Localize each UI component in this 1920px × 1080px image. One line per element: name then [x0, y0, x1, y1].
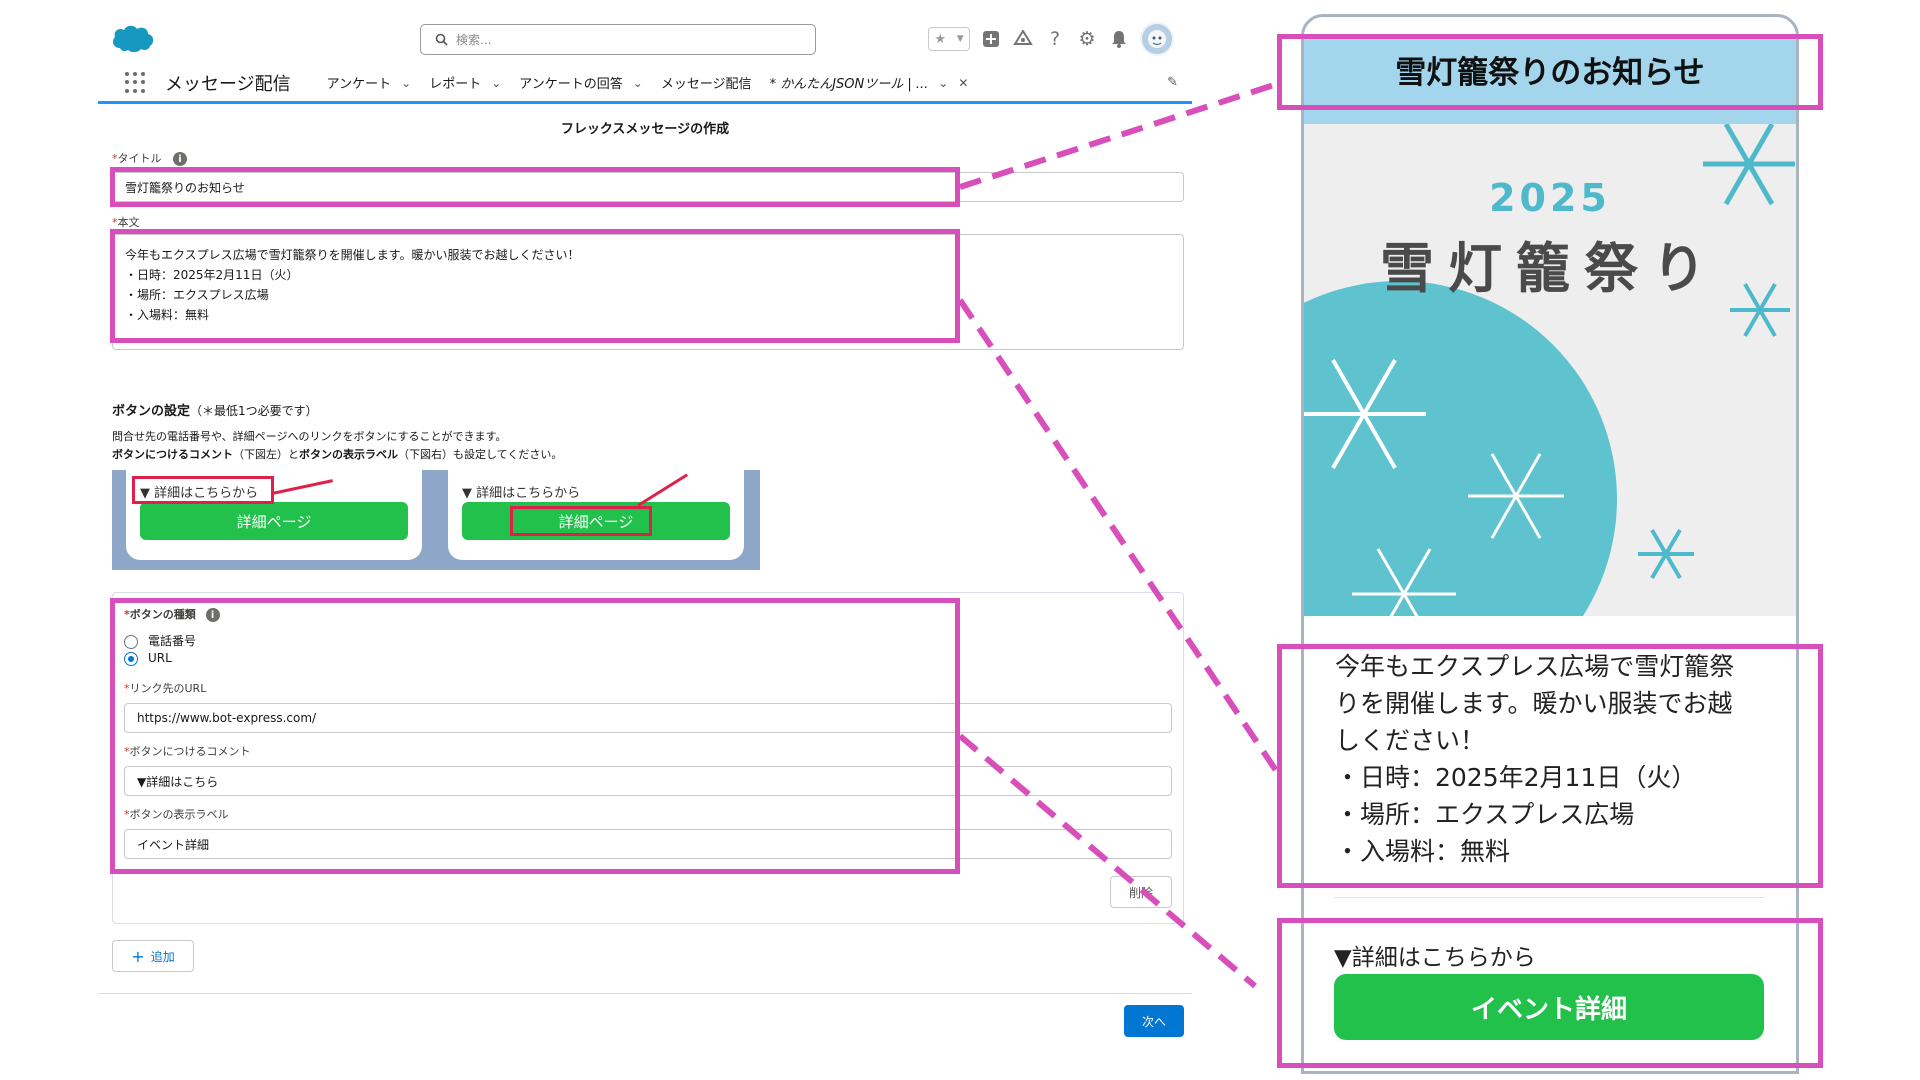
preview-card-right: ▼ 詳細はこちらから 詳細ページ: [448, 470, 744, 560]
button-settings-title: ボタンの設定（＊最低1つ必要です）: [112, 404, 318, 419]
next-button[interactable]: 次へ: [1124, 1005, 1184, 1037]
search-icon: [435, 33, 448, 46]
tab-survey[interactable]: アンケート ⌄: [327, 73, 412, 93]
help-text-1: 問合せ先の電話番号や、詳細ページへのリンクをボタンにすることができます。: [112, 430, 507, 443]
highlight-title-field: [110, 167, 960, 207]
highlight-phone-button: [1277, 918, 1823, 1068]
chevron-down-icon: ▼: [956, 34, 964, 44]
chevron-down-icon[interactable]: ⌄: [491, 76, 501, 90]
edit-nav-icon[interactable]: ✎: [1167, 75, 1178, 90]
hero-event-name: 雪灯籠祭り: [1380, 237, 1720, 300]
preview-card-left: ▼ 詳細はこちらから 詳細ページ: [126, 470, 422, 560]
highlight-body-field: [110, 229, 960, 343]
tab-report[interactable]: レポート ⌄: [429, 73, 501, 93]
favorites-button[interactable]: ★ ▼: [928, 27, 970, 51]
preview-comment: ▼ 詳細はこちらから: [462, 486, 581, 501]
highlight-phone-title: [1277, 34, 1823, 110]
preview-button: 詳細ページ: [140, 502, 408, 540]
global-search-input[interactable]: 検索...: [420, 24, 816, 55]
bell-icon[interactable]: [1108, 28, 1130, 50]
search-placeholder: 検索...: [456, 33, 492, 47]
plus-icon: +: [131, 946, 145, 966]
button-preview-image: ▼ 詳細はこちらから 詳細ページ ▼ 詳細はこちらから 詳細ページ: [112, 470, 760, 570]
chevron-down-icon[interactable]: ⌄: [633, 76, 643, 90]
body-label: *本文: [112, 216, 140, 229]
title-label: *タイトル i: [112, 150, 187, 166]
app-name: メッセージ配信: [165, 73, 291, 95]
user-avatar[interactable]: [1140, 22, 1174, 56]
help-icon[interactable]: ?: [1044, 28, 1066, 50]
app-navigation-bar: メッセージ配信 アンケート ⌄ レポート ⌄ アンケートの回答 ⌄ メッセージ配信 *…: [98, 64, 1192, 104]
add-icon[interactable]: [980, 28, 1002, 50]
chevron-down-icon[interactable]: ⌄: [401, 76, 411, 90]
info-icon[interactable]: i: [173, 152, 187, 166]
header-utility-icons: ★ ▼ ? ⚙: [928, 22, 1174, 56]
help-text-2: ボタンにつけるコメント（下図左）とボタンの表示ラベル（下図右）も設定してください…: [112, 448, 563, 461]
page-title: フレックスメッセージの作成: [560, 122, 730, 137]
highlight-button-fields: [110, 598, 960, 874]
salesforce-logo[interactable]: [110, 22, 156, 54]
annotation-box: [132, 476, 274, 504]
annotation-box: [510, 506, 652, 536]
footer-divider: [98, 993, 1192, 994]
snowflake-icon: [1638, 528, 1694, 580]
phone-divider: [1334, 897, 1764, 898]
app-launcher-icon[interactable]: [125, 71, 147, 94]
star-icon: ★: [934, 31, 946, 47]
hero-image: 2025 雪灯籠祭り: [1304, 124, 1796, 616]
highlight-phone-body: [1277, 644, 1823, 888]
tab-survey-responses[interactable]: アンケートの回答 ⌄: [519, 73, 643, 93]
tab-message-delivery[interactable]: メッセージ配信: [661, 73, 752, 92]
chevron-down-icon[interactable]: ⌄: [938, 76, 948, 90]
hero-year: 2025: [1489, 176, 1611, 220]
close-icon[interactable]: ✕: [958, 76, 968, 90]
gear-icon[interactable]: ⚙: [1076, 28, 1098, 50]
trailhead-icon[interactable]: [1012, 28, 1034, 50]
add-button[interactable]: + 追加: [112, 940, 194, 972]
delete-button[interactable]: 削除: [1110, 876, 1172, 908]
tab-json-tool[interactable]: * かんたんJSONツール | ... ⌄ ✕: [770, 73, 969, 93]
